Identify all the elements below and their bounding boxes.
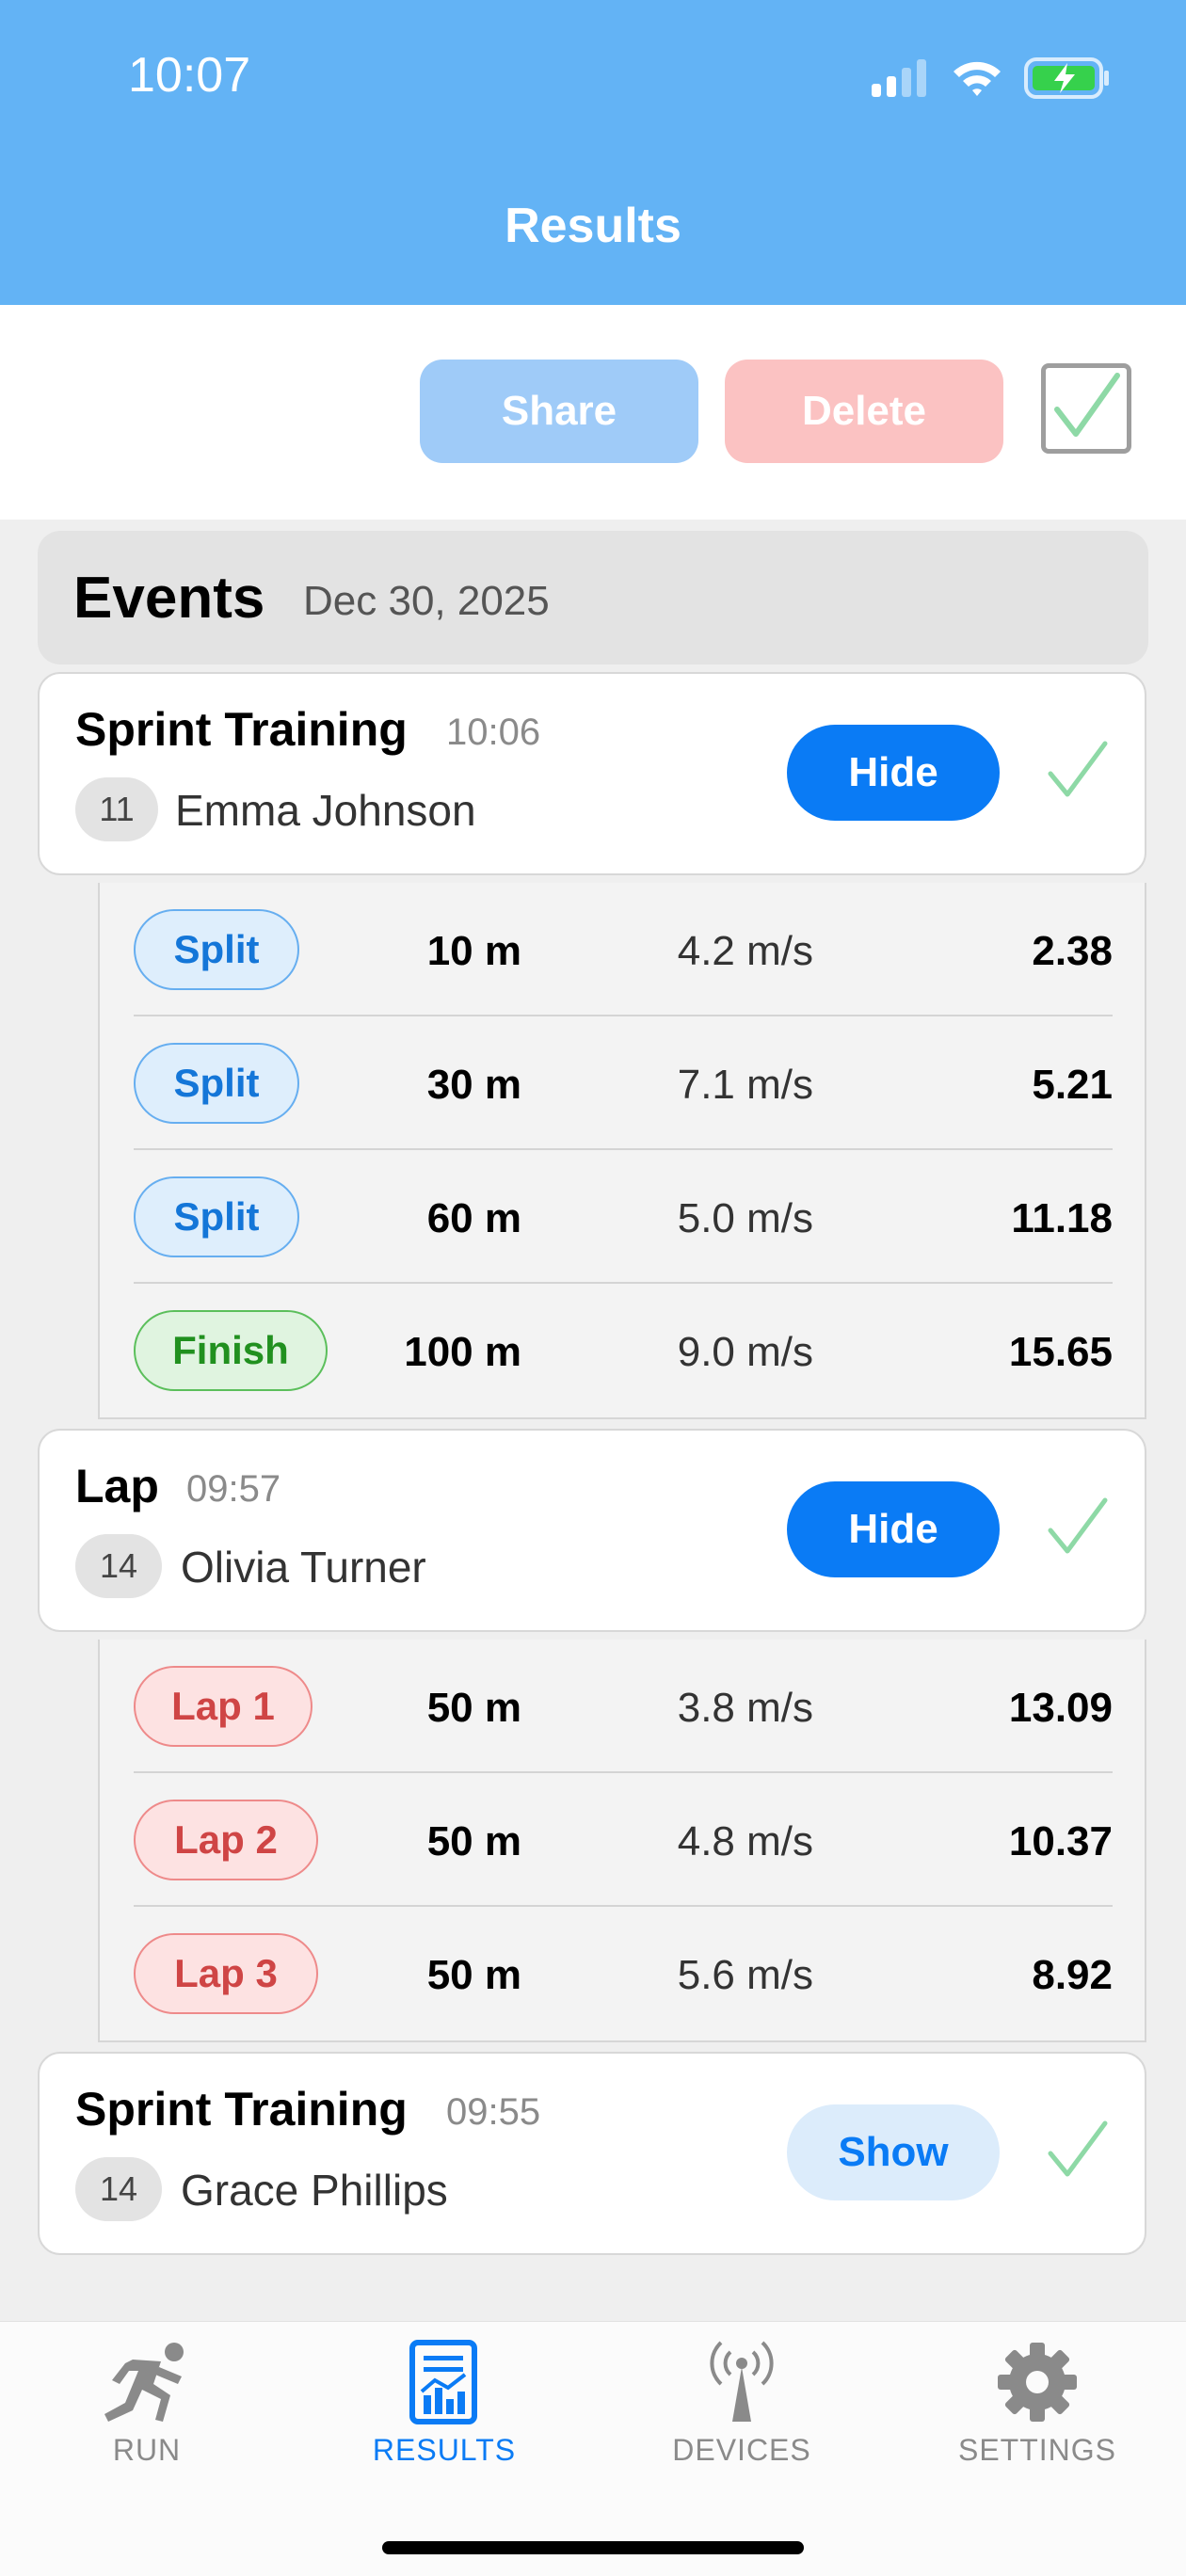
checkmark-icon[interactable]	[1045, 738, 1111, 804]
status-icons	[872, 55, 1111, 102]
lap-time: 10.37	[1008, 1818, 1113, 1864]
athlete-name: Emma Johnson	[175, 786, 476, 835]
events-title: Events	[73, 566, 265, 631]
event-name: Sprint Training	[75, 703, 408, 756]
split-time: 2.38	[1032, 928, 1113, 974]
tab-bar: RUN RESULTS DEVICES SETTINGS	[0, 2321, 1186, 2576]
tab-devices[interactable]: DEVICES	[619, 2339, 864, 2489]
antenna-icon	[710, 2341, 774, 2422]
lap-distance: 50 m	[426, 1952, 521, 1998]
event-name: Lap	[75, 1460, 159, 1512]
split-distance: 100 m	[404, 1329, 521, 1375]
signal-icon	[872, 59, 926, 97]
status-time: 10:07	[128, 48, 251, 103]
split-speed: 7.1 m/s	[677, 1062, 813, 1108]
tab-label: DEVICES	[672, 2433, 811, 2467]
lap-speed: 3.8 m/s	[677, 1685, 813, 1731]
top-bar: 10:07 Results	[0, 0, 1186, 305]
split-time: 15.65	[1008, 1329, 1113, 1375]
athlete-name: Olivia Turner	[181, 1543, 426, 1592]
action-bar: Share Delete	[0, 305, 1186, 520]
lap-badge: Lap 2	[134, 1800, 318, 1880]
bib-number: 11	[75, 777, 158, 841]
finish-badge: Finish	[134, 1310, 328, 1391]
split-badge: Split	[134, 909, 299, 990]
lap-row: Lap 1 50 m 3.8 m/s 13.09	[134, 1640, 1113, 1773]
share-button[interactable]: Share	[420, 360, 698, 463]
bib-number: 14	[75, 1534, 162, 1598]
split-badge: Split	[134, 1043, 299, 1124]
athlete-name: Grace Phillips	[181, 2166, 448, 2215]
show-button[interactable]: Show	[787, 2104, 1000, 2200]
gear-icon	[998, 2343, 1077, 2422]
tab-settings[interactable]: SETTINGS	[915, 2339, 1160, 2489]
split-row: Split 10 m 4.2 m/s 2.38	[134, 883, 1113, 1016]
lap-speed: 4.8 m/s	[677, 1818, 813, 1864]
event-time: 10:06	[446, 712, 541, 753]
split-row: Split 30 m 7.1 m/s 5.21	[134, 1016, 1113, 1150]
select-all-checkbox[interactable]	[1041, 363, 1131, 454]
event-card[interactable]: Sprint Training 09:55 14 Grace Phillips …	[38, 2052, 1146, 2255]
lap-badge: Lap 1	[134, 1666, 313, 1747]
split-badge: Split	[134, 1176, 299, 1257]
hide-button[interactable]: Hide	[787, 725, 1000, 821]
event-time: 09:57	[186, 1468, 281, 1510]
tab-label: RUN	[112, 2433, 182, 2467]
event-time: 09:55	[446, 2091, 541, 2133]
events-section-header: Events Dec 30, 2025	[38, 531, 1148, 664]
tab-label: SETTINGS	[957, 2433, 1116, 2467]
battery-charging-icon	[1024, 57, 1109, 99]
runner-icon	[104, 2343, 184, 2422]
event-card[interactable]: Lap 09:57 14 Olivia Turner Hide	[38, 1429, 1146, 1632]
lap-distance: 50 m	[426, 1685, 521, 1731]
split-speed: 9.0 m/s	[677, 1329, 813, 1375]
lap-distance: 50 m	[426, 1818, 521, 1864]
tab-label: RESULTS	[372, 2433, 517, 2467]
lap-row: Lap 3 50 m 5.6 m/s 8.92	[134, 1907, 1113, 2040]
lap-time: 13.09	[1008, 1685, 1113, 1731]
home-indicator[interactable]	[382, 2541, 804, 2554]
page-title: Results	[505, 199, 681, 253]
split-row: Finish 100 m 9.0 m/s 15.65	[134, 1284, 1113, 1417]
split-speed: 5.0 m/s	[677, 1195, 813, 1241]
hide-button[interactable]: Hide	[787, 1481, 1000, 1577]
split-distance: 10 m	[426, 928, 521, 974]
chart-document-icon	[409, 2340, 477, 2424]
lap-time: 8.92	[1032, 1952, 1113, 1998]
checkmark-icon	[1054, 373, 1120, 437]
checkmark-icon[interactable]	[1045, 2118, 1111, 2184]
event-card[interactable]: Sprint Training 10:06 11 Emma Johnson Hi…	[38, 672, 1146, 875]
split-time: 11.18	[1011, 1195, 1113, 1241]
lap-row: Lap 2 50 m 4.8 m/s 10.37	[134, 1773, 1113, 1907]
split-distance: 30 m	[426, 1062, 521, 1108]
split-time: 5.21	[1032, 1062, 1113, 1108]
split-distance: 60 m	[426, 1195, 521, 1241]
tab-results[interactable]: RESULTS	[322, 2339, 567, 2489]
split-row: Split 60 m 5.0 m/s 11.18	[134, 1150, 1113, 1284]
events-date: Dec 30, 2025	[303, 578, 550, 624]
event-name: Sprint Training	[75, 2083, 408, 2136]
laps-list: Lap 1 50 m 3.8 m/s 13.09 Lap 2 50 m 4.8 …	[98, 1640, 1146, 2042]
delete-button[interactable]: Delete	[725, 360, 1003, 463]
wifi-icon	[954, 61, 1001, 96]
checkmark-icon[interactable]	[1045, 1495, 1111, 1560]
lap-badge: Lap 3	[134, 1933, 318, 2014]
split-speed: 4.2 m/s	[677, 928, 813, 974]
splits-list: Split 10 m 4.2 m/s 2.38 Split 30 m 7.1 m…	[98, 883, 1146, 1419]
lap-speed: 5.6 m/s	[677, 1952, 813, 1998]
tab-run[interactable]: RUN	[24, 2339, 269, 2489]
bib-number: 14	[75, 2157, 162, 2221]
